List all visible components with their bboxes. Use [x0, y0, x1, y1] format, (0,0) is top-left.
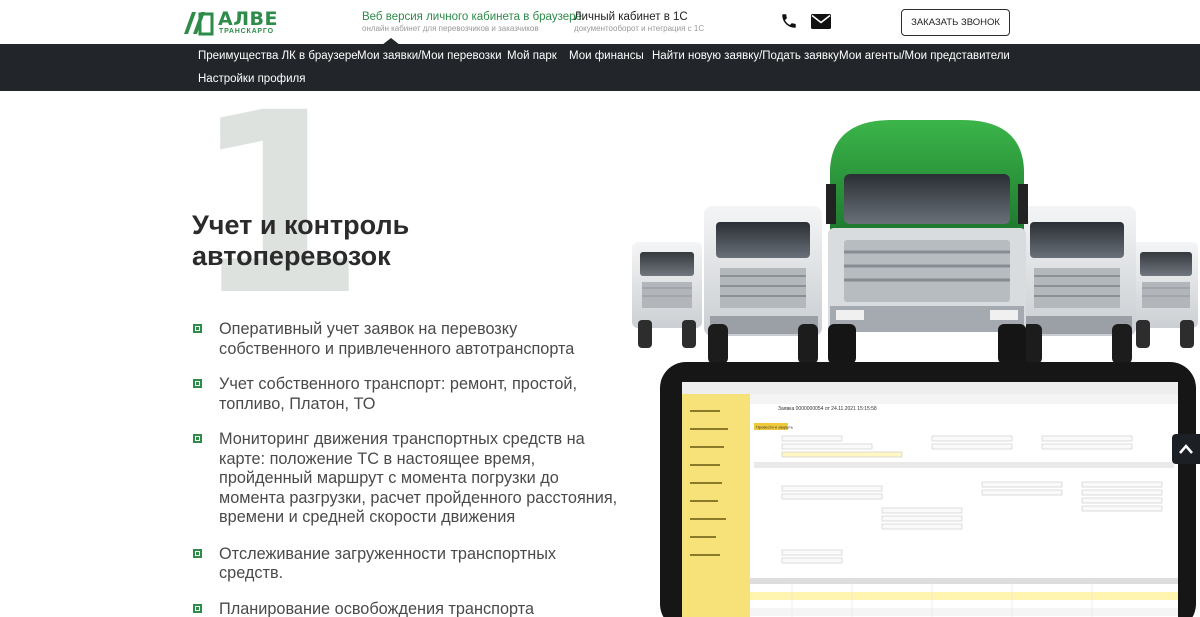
header-link-subtitle: документооборот и нтеграция с 1С — [574, 24, 705, 33]
feature-text: Мониторинг движения транспортных средств… — [219, 430, 618, 526]
truck-mid-right — [1018, 206, 1136, 364]
brand-logo[interactable]: АЛВЕ ТРАНСКАРГО — [182, 8, 282, 38]
header-link-web-cabinet[interactable]: Веб версия личного кабинета в браузере о… — [362, 11, 582, 33]
bullet-square-icon — [193, 324, 202, 333]
feature-item: Учет собственного транспорт: ремонт, про… — [192, 375, 622, 414]
feature-text: Планирование освобождения транспорта — [219, 599, 535, 617]
feature-item: Планирование освобождения транспорта — [192, 600, 622, 617]
feature-text: Учет собственного транспорт: ремонт, про… — [219, 375, 577, 413]
header-link-subtitle: онлайн кабинет для перевозчиков и заказч… — [362, 24, 539, 33]
section-title: Учет и контроль автоперевозок — [192, 210, 410, 271]
header-link-1c-cabinet[interactable]: Личный кабинет в 1С документооборот и нт… — [574, 11, 704, 33]
header-link-title: Личный кабинет в 1С — [574, 11, 688, 23]
truck-center-green — [826, 120, 1028, 364]
bullet-square-icon — [193, 379, 202, 388]
main-nav: Преимущества ЛК в браузере Мои заявки/Мо… — [0, 44, 1200, 91]
brand-name: АЛВЕ — [218, 8, 278, 30]
truck-far-left — [632, 242, 702, 348]
order-call-button[interactable]: ЗАКАЗАТЬ ЗВОНОК — [901, 9, 1010, 36]
nav-item-my-fleet[interactable]: Мой парк — [507, 50, 557, 62]
feature-text: Оперативный учет заявок на перевозку соб… — [219, 320, 575, 358]
feature-item: Мониторинг движения транспортных средств… — [192, 430, 622, 528]
nav-item-my-orders[interactable]: Мои заявки/Мои перевозки — [357, 50, 502, 62]
truck-mid-left — [704, 206, 822, 364]
nav-item-find-order[interactable]: Найти новую заявку/Подать заявку — [652, 50, 839, 62]
tablet-toolbar-button: Провести и закрыть — [756, 425, 793, 430]
bullet-square-icon — [193, 603, 202, 613]
tablet-device: Заявка 0000000054 от 24.11.2021 15:15:58… — [660, 362, 1196, 617]
bullet-square-icon — [193, 548, 202, 558]
phone-icon[interactable] — [780, 12, 798, 30]
brand-subname: ТРАНСКАРГО — [219, 28, 274, 35]
feature-item: Отслеживание загруженности транспортных … — [192, 545, 622, 584]
truck-far-right — [1132, 242, 1198, 348]
feature-list: Оперативный учет заявок на перевозку соб… — [192, 320, 622, 617]
logo-mark-icon — [184, 12, 214, 36]
scroll-to-top-button[interactable] — [1172, 434, 1200, 464]
bullet-square-icon — [193, 434, 202, 443]
feature-text: Отслеживание загруженности транспортных … — [219, 544, 557, 583]
nav-item-my-agents[interactable]: Мои агенты/Мои представители — [839, 50, 1010, 62]
chevron-up-icon — [1179, 444, 1193, 454]
section-number: 1 — [192, 59, 366, 350]
feature-item: Оперативный учет заявок на перевозку соб… — [192, 320, 622, 359]
nav-item-my-finances[interactable]: Мои финансы — [569, 50, 644, 62]
header-link-title: Веб версия личного кабинета в браузере — [362, 11, 582, 23]
trucks-and-tablet-illustration: Заявка 0000000054 от 24.11.2021 15:15:58… — [632, 120, 1198, 617]
site-header: АЛВЕ ТРАНСКАРГО Веб версия личного кабин… — [0, 0, 1200, 45]
mail-icon[interactable] — [811, 14, 831, 29]
tablet-window-title: Заявка 0000000054 от 24.11.2021 15:15:58 — [778, 406, 877, 412]
